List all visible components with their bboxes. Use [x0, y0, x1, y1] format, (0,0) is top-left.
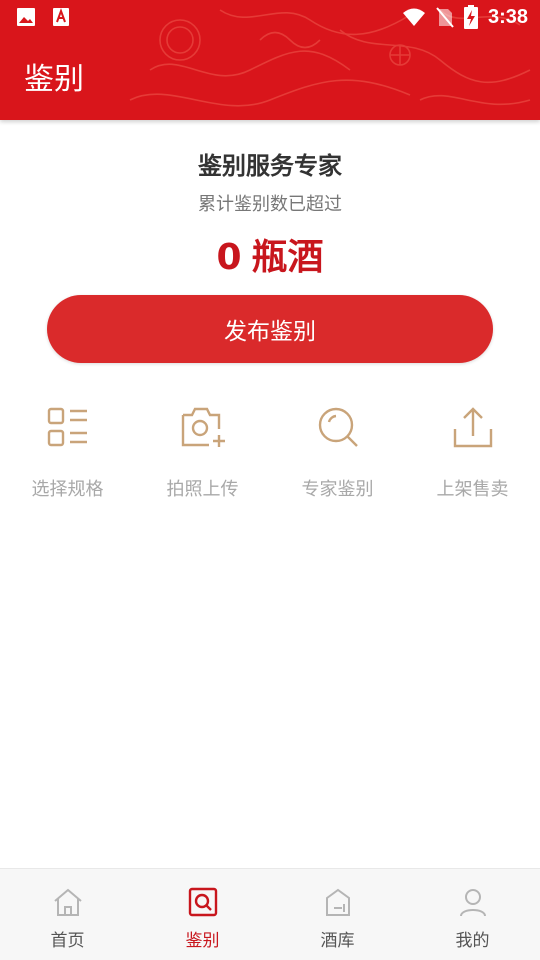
step-expert-appraisal[interactable]: 专家鉴别 [270, 405, 405, 501]
tab-home[interactable]: 首页 [0, 869, 135, 960]
profile-icon [459, 889, 486, 917]
app-header: 3:38 鉴别 [0, 0, 540, 120]
step-label: 拍照上传 [166, 479, 239, 500]
publish-appraisal-button[interactable]: 发布鉴别 [47, 295, 493, 363]
status-bar: 3:38 [0, 0, 540, 36]
step-label: 上架售卖 [436, 479, 509, 500]
process-steps: 选择规格 拍照上传 专家鉴别 上架售卖 [0, 405, 540, 505]
tab-appraise[interactable]: 鉴别 [135, 869, 270, 960]
list-grid-icon [47, 407, 87, 447]
share-upload-icon [453, 407, 492, 448]
appraisal-count-value: 0 [216, 237, 242, 278]
hero-title: 鉴别服务专家 [198, 152, 342, 180]
step-select-spec[interactable]: 选择规格 [0, 405, 135, 501]
camera-plus-icon [181, 407, 225, 447]
step-label: 专家鉴别 [301, 479, 374, 500]
tab-label: 鉴别 [185, 931, 220, 951]
page-title: 鉴别 [24, 62, 84, 97]
appraisal-count-unit: 瓶酒 [251, 237, 324, 278]
tab-wine-cellar[interactable]: 酒库 [270, 869, 405, 960]
appraisal-count: 0 瓶酒 [0, 228, 540, 280]
appraise-icon [188, 887, 217, 917]
status-time: 3:38 [487, 5, 528, 28]
wifi-icon [402, 8, 425, 26]
step-list-for-sale[interactable]: 上架售卖 [405, 405, 540, 501]
tab-label: 首页 [50, 931, 85, 951]
tab-label: 我的 [455, 931, 490, 951]
tab-label: 酒库 [320, 931, 355, 951]
app-a-icon [53, 8, 69, 26]
battery-charging-icon [463, 5, 478, 29]
hero-subtitle: 累计鉴别数已超过 [198, 194, 342, 215]
home-icon [53, 888, 82, 916]
image-icon [17, 8, 35, 26]
step-photo-upload[interactable]: 拍照上传 [135, 405, 270, 501]
bottom-tab-bar: 首页 鉴别 酒库 我的 [0, 868, 540, 960]
warehouse-icon [325, 888, 350, 916]
magnifier-icon [318, 407, 358, 447]
tab-profile[interactable]: 我的 [405, 869, 540, 960]
no-sim-icon [436, 7, 454, 28]
step-label: 选择规格 [31, 479, 104, 500]
